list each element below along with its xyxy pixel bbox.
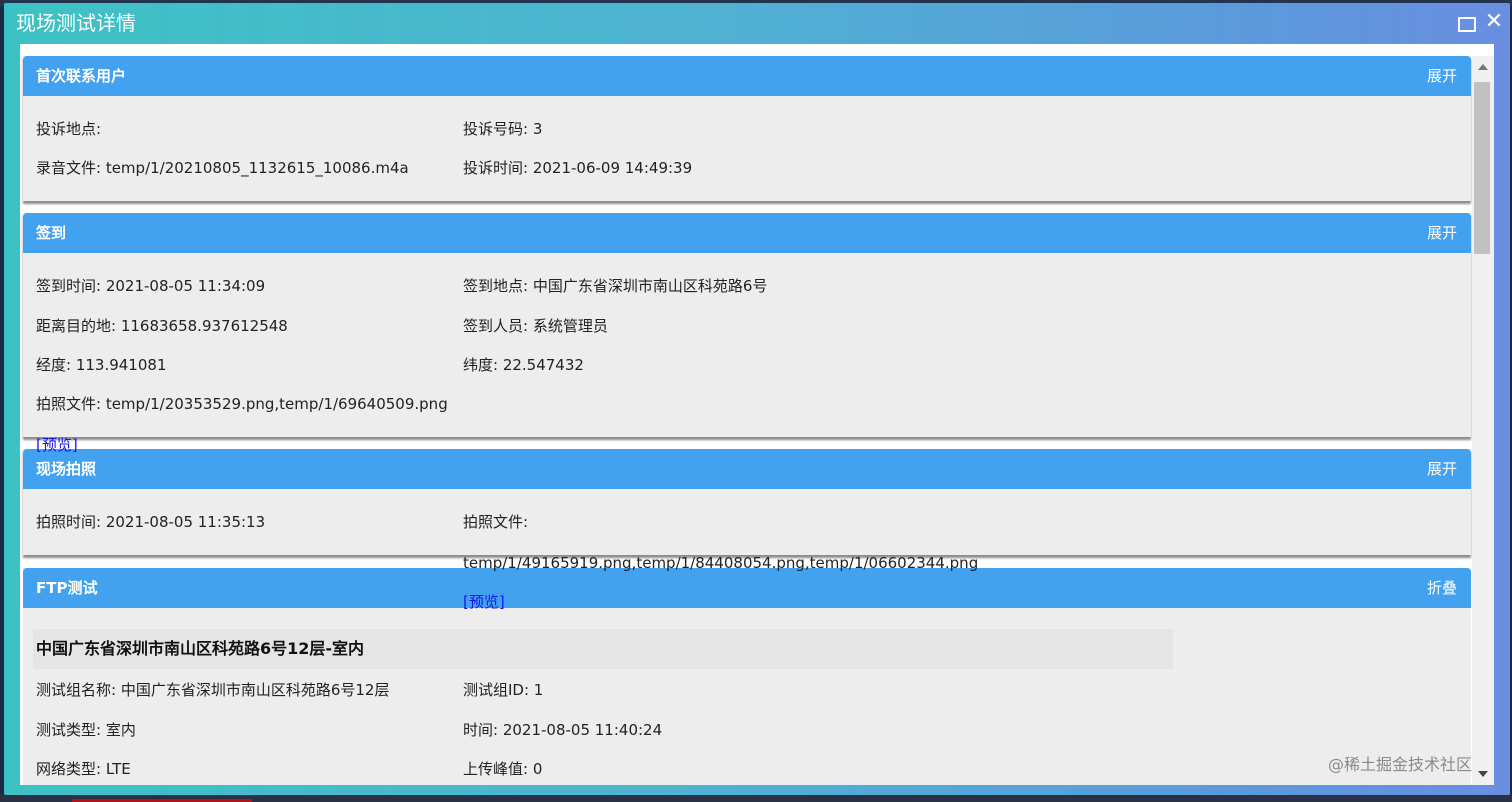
- panel-header: 签到 展开: [23, 213, 1471, 253]
- test-time: 时间: 2021-08-05 11:40:24: [463, 721, 663, 739]
- photo-files-value: temp/1/49165919.png,temp/1/84408054.png,…: [463, 554, 979, 572]
- dialog-content: 首次联系用户 展开 投诉地点: 投诉号码: 3 录音文件: temp/1/202…: [20, 44, 1494, 785]
- network-type: 网络类型: LTE: [36, 760, 131, 778]
- checkin-time: 签到时间: 2021-08-05 11:34:09: [36, 277, 266, 295]
- watermark: @稀土掘金技术社区: [1327, 755, 1472, 774]
- photo-preview-link[interactable]: [预览]: [463, 592, 505, 612]
- panel-header: 现场拍照 展开: [23, 449, 1471, 489]
- panel-ftp-test: FTP测试 折叠 中国广东省深圳市南山区科苑路6号12层-室内 测试组名称: 中…: [23, 568, 1471, 785]
- close-icon[interactable]: ✕: [1484, 11, 1504, 33]
- collapse-button[interactable]: 折叠: [1427, 579, 1457, 597]
- maximize-icon[interactable]: [1456, 13, 1476, 33]
- dialog-titlebar[interactable]: 现场测试详情 ✕: [4, 3, 1510, 43]
- test-detail-dialog: 现场测试详情 ✕ 首次联系用户 展开 投诉地点: 投诉号码: 3 录音文件: t…: [4, 3, 1510, 795]
- panel-header: FTP测试 折叠: [23, 568, 1471, 608]
- expand-button[interactable]: 展开: [1427, 224, 1457, 242]
- photo-time: 拍照时间: 2021-08-05 11:35:13: [36, 513, 266, 531]
- expand-button[interactable]: 展开: [1427, 460, 1457, 478]
- scroll-up-icon[interactable]: [1478, 64, 1488, 70]
- longitude: 经度: 113.941081: [36, 356, 167, 374]
- distance-to-destination: 距离目的地: 11683658.937612548: [36, 317, 288, 335]
- panel-header: 首次联系用户 展开: [23, 56, 1471, 96]
- photo-files-label: 拍照文件:: [463, 513, 529, 531]
- checkin-person: 签到人员: 系统管理员: [463, 317, 608, 335]
- scrollbar-thumb[interactable]: [1474, 82, 1490, 254]
- panel-checkin: 签到 展开 签到时间: 2021-08-05 11:34:09 签到地点: 中国…: [23, 213, 1471, 437]
- complaint-time: 投诉时间: 2021-06-09 14:49:39: [463, 159, 693, 177]
- panel-title: 首次联系用户: [36, 67, 127, 85]
- panel-site-photo: 现场拍照 展开 拍照时间: 2021-08-05 11:35:13 拍照文件:: [23, 449, 1471, 555]
- upload-peak: 上传峰值: 0: [463, 760, 543, 778]
- latitude: 纬度: 22.547432: [463, 356, 584, 374]
- expand-button[interactable]: 展开: [1427, 67, 1457, 85]
- test-location-title: 中国广东省深圳市南山区科苑路6号12层-室内: [36, 639, 365, 658]
- scroll-down-icon[interactable]: [1478, 771, 1488, 777]
- panel-title: 签到: [36, 224, 67, 242]
- test-type: 测试类型: 室内: [36, 721, 136, 739]
- test-group-name: 测试组名称: 中国广东省深圳市南山区科苑路6号12层: [36, 681, 390, 699]
- complaint-number: 投诉号码: 3: [463, 120, 543, 138]
- recording-file: 录音文件: temp/1/20210805_1132615_10086.m4a: [36, 159, 409, 177]
- photo-files: 拍照文件: temp/1/20353529.png,temp/1/6964050…: [36, 395, 448, 413]
- test-location-heading: 中国广东省深圳市南山区科苑路6号12层-室内: [33, 629, 1173, 669]
- dialog-title: 现场测试详情: [16, 11, 136, 35]
- panel-first-contact: 首次联系用户 展开 投诉地点: 投诉号码: 3 录音文件: temp/1/202…: [23, 56, 1471, 201]
- complaint-location: 投诉地点:: [36, 120, 102, 138]
- checkin-location: 签到地点: 中国广东省深圳市南山区科苑路6号: [463, 277, 768, 295]
- panel-title: FTP测试: [36, 579, 98, 597]
- test-group-id: 测试组ID: 1: [463, 681, 544, 699]
- panel-title: 现场拍照: [36, 460, 97, 478]
- checkin-preview-link[interactable]: [预览]: [36, 435, 78, 455]
- vertical-scrollbar[interactable]: [1472, 56, 1494, 785]
